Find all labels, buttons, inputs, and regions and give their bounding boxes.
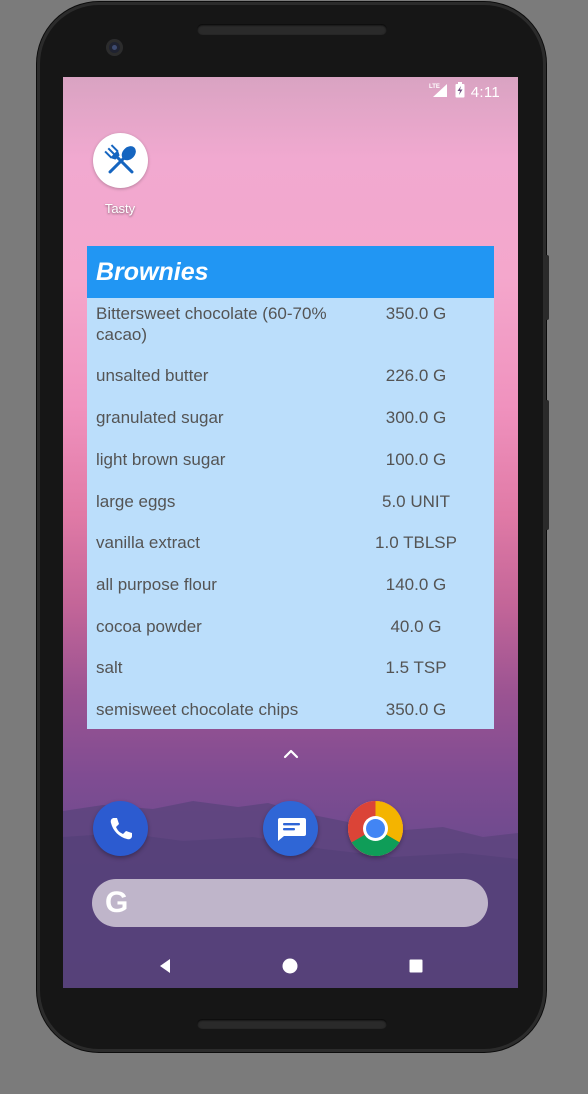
ingredient-row: granulated sugar 300.0 G	[87, 407, 494, 428]
phone-icon[interactable]	[93, 801, 148, 856]
ingredient-row: light brown sugar 100.0 G	[87, 449, 494, 470]
navigation-bar	[63, 945, 518, 988]
ingredient-row: vanilla extract 1.0 TBLSP	[87, 532, 494, 553]
tasty-app-label[interactable]: Tasty	[80, 201, 160, 216]
top-speaker	[197, 24, 387, 35]
ingredient-quantity: 350.0 G	[385, 700, 447, 719]
lte-signal-icon: LTE	[429, 82, 449, 102]
ingredient-row: unsalted butter 226.0 G	[87, 365, 494, 386]
home-screen: LTE 4:11 Tasty Brownies Bittersweet choc…	[63, 77, 518, 988]
power-button	[545, 255, 549, 320]
ingredient-row: cocoa powder 40.0 G	[87, 616, 494, 637]
ingredient-name: light brown sugar	[96, 450, 226, 469]
ingredient-quantity: 40.0 G	[390, 617, 442, 636]
ingredient-quantity: 226.0 G	[385, 366, 447, 385]
spoon-fork-icon	[103, 143, 136, 173]
ingredient-row: all purpose flour 140.0 G	[87, 574, 494, 595]
recipe-widget[interactable]: Brownies Bittersweet chocolate (60-70% c…	[87, 246, 494, 729]
volume-button	[545, 400, 549, 530]
svg-text:LTE: LTE	[429, 84, 440, 90]
ingredient-name: granulated sugar	[96, 408, 224, 427]
ingredient-name: semisweet chocolate chips	[96, 700, 299, 719]
google-search-bar[interactable]: G	[92, 879, 488, 927]
ingredient-name: Bittersweet chocolate (60-70% cacao)	[96, 304, 327, 344]
ingredient-name: vanilla extract	[96, 533, 200, 552]
ingredient-name: large eggs	[96, 492, 176, 511]
status-bar: LTE 4:11	[429, 82, 500, 102]
ingredient-row: salt 1.5 TSP	[87, 657, 494, 678]
chrome-icon[interactable]	[348, 801, 403, 856]
bottom-speaker	[197, 1019, 387, 1029]
app-drawer-chevron-icon[interactable]	[282, 747, 300, 761]
recents-icon[interactable]	[403, 953, 429, 979]
ingredient-quantity: 100.0 G	[385, 450, 447, 469]
ingredient-row: Bittersweet chocolate (60-70% cacao) 350…	[87, 303, 494, 345]
ingredient-quantity: 300.0 G	[385, 408, 447, 427]
google-logo-icon: G	[105, 886, 129, 919]
status-time: 4:11	[470, 83, 500, 101]
ingredient-row: large eggs 5.0 UNIT	[87, 491, 494, 512]
ingredient-name: unsalted butter	[96, 366, 209, 385]
ingredient-quantity: 1.0 TBLSP	[375, 533, 457, 552]
ingredient-quantity: 140.0 G	[385, 575, 447, 594]
front-camera	[106, 39, 123, 56]
back-icon[interactable]	[153, 953, 179, 979]
messages-icon[interactable]	[263, 801, 318, 856]
ingredient-quantity: 1.5 TSP	[385, 658, 447, 677]
home-icon[interactable]	[277, 953, 303, 979]
ingredient-name: salt	[96, 658, 123, 677]
ingredient-name: cocoa powder	[96, 617, 202, 636]
ingredient-quantity: 5.0 UNIT	[381, 492, 451, 511]
ingredient-name: all purpose flour	[96, 575, 217, 594]
tasty-app-icon[interactable]	[93, 133, 148, 188]
recipe-title: Brownies	[87, 246, 494, 298]
battery-charging-icon	[455, 82, 465, 102]
ingredient-quantity: 350.0 G	[385, 304, 447, 323]
ingredient-row: semisweet chocolate chips 350.0 G	[87, 699, 494, 720]
